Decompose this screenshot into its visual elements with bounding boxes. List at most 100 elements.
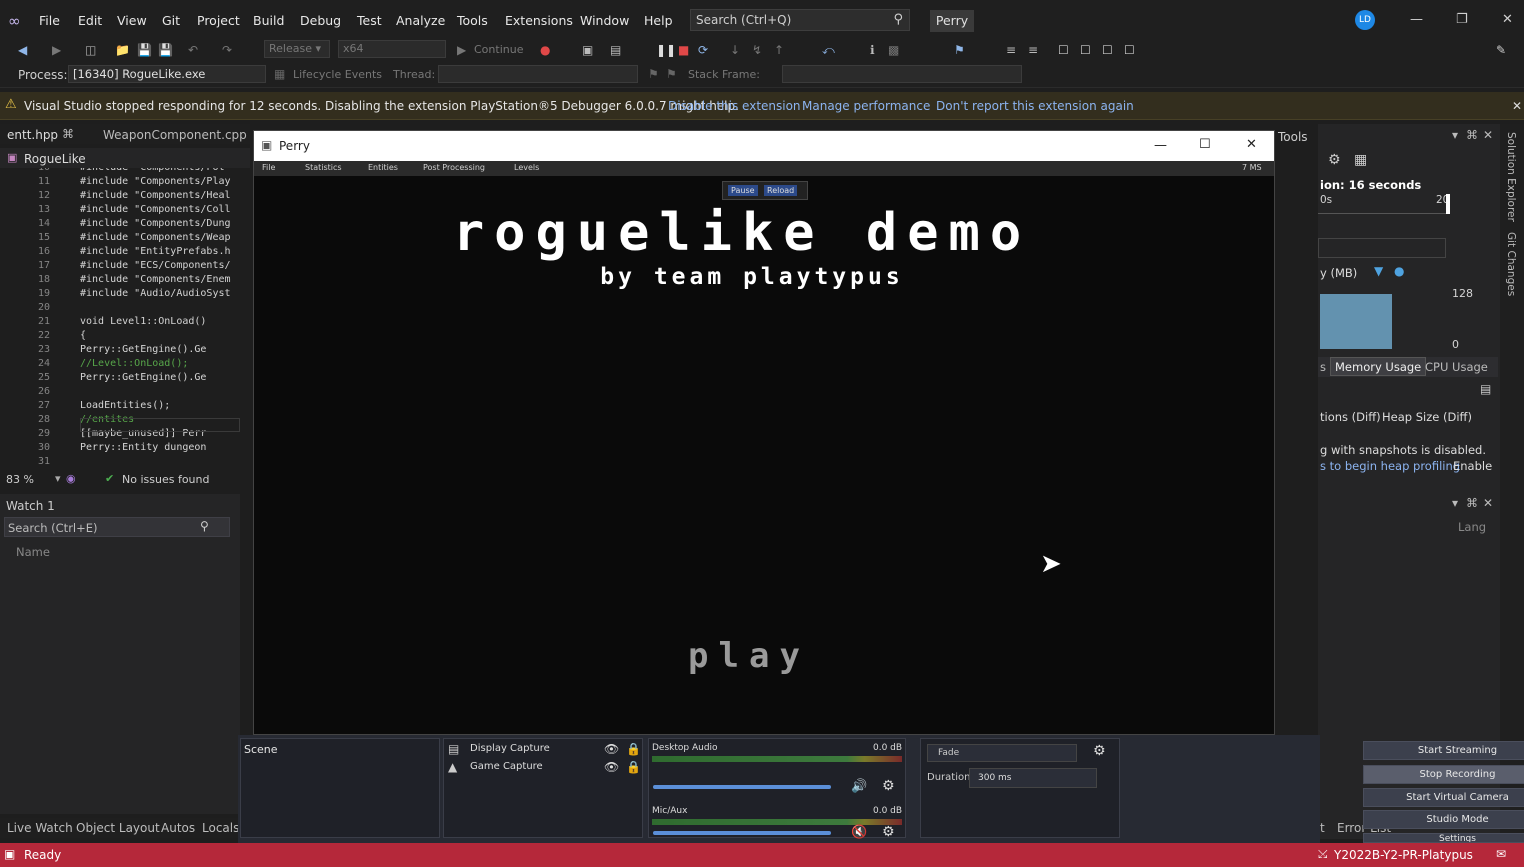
lifecycle-events-label[interactable]: Lifecycle Events <box>293 68 382 81</box>
timeline-ruler[interactable]: 0s 20 <box>1318 192 1450 214</box>
studio-mode-button[interactable]: Studio Mode <box>1363 810 1524 829</box>
tab-autos[interactable]: Autos <box>161 821 195 835</box>
restart-icon[interactable]: ⟳ <box>698 43 708 57</box>
issues-status[interactable]: No issues found <box>122 473 209 486</box>
copilot-icon[interactable]: ◉ <box>66 472 76 485</box>
panel2-pin-icon[interactable]: ⌘ <box>1466 496 1478 510</box>
project-navigation-bar[interactable]: ▣ RogueLike <box>0 148 250 168</box>
process-dropdown[interactable]: [16340] RogueLike.exe <box>68 65 266 83</box>
panel2-dropdown-icon[interactable]: ▾ <box>1452 496 1458 510</box>
filter-icon[interactable]: ▼ <box>1374 264 1383 278</box>
visibility-icon-2[interactable]: 👁 <box>604 760 619 774</box>
source-game-capture[interactable]: Game Capture <box>470 761 543 772</box>
lifecycle-events-icon[interactable]: ▦ <box>274 67 285 81</box>
maximize-icon[interactable]: ❐ <box>1456 12 1468 27</box>
git-branch[interactable]: Y2022B-Y2-PR-Platypus <box>1334 848 1473 862</box>
vs-logo-icon[interactable]: ∞ <box>8 12 28 30</box>
save-icon[interactable]: 💾 <box>137 43 152 57</box>
info-icon[interactable]: ℹ <box>870 43 875 57</box>
flag-threads-icon[interactable]: ⚑ <box>666 67 677 81</box>
tab-weapon-component[interactable]: WeaponComponent.cpp <box>103 128 247 142</box>
menu-test[interactable]: Test <box>357 13 382 28</box>
game-menu-post-processing[interactable]: Post Processing <box>423 163 485 172</box>
game-menu-statistics[interactable]: Statistics <box>305 163 342 172</box>
new-project-icon[interactable]: ◫ <box>85 43 96 57</box>
snapshot-icon[interactable]: ▦ <box>1354 152 1367 168</box>
menu-window[interactable]: Window <box>580 13 629 28</box>
panel-dropdown-icon[interactable]: ▾ <box>1452 128 1458 142</box>
notifications-icon[interactable]: ✉ <box>1496 847 1506 861</box>
menu-file[interactable]: File <box>39 13 60 28</box>
bookmark-icon[interactable]: ⚑ <box>954 43 965 57</box>
comment-icon[interactable]: ≡ <box>1028 43 1038 57</box>
lock-icon-2[interactable]: 🔒 <box>626 760 641 774</box>
tab-live-watch[interactable]: Live Watch <box>7 821 73 835</box>
start-virtual-camera-button[interactable]: Start Virtual Camera <box>1363 788 1524 807</box>
feedback-icon[interactable]: ✎ <box>1496 43 1506 57</box>
continue-icon[interactable]: ▶ <box>457 43 466 57</box>
menu-extensions[interactable]: Extensions <box>505 13 573 28</box>
menu-build[interactable]: Build <box>253 13 284 28</box>
game-menu-entities[interactable]: Entities <box>368 163 398 172</box>
indent-icon[interactable]: ≡ <box>1006 43 1016 57</box>
game-minimize-icon[interactable]: — <box>1154 138 1167 153</box>
step-over-icon[interactable]: ↯ <box>752 43 762 57</box>
attach-icon[interactable]: ▣ <box>582 43 593 57</box>
panel-pin-icon[interactable]: ⌘ <box>1466 128 1478 142</box>
start-streaming-button[interactable]: Start Streaming <box>1363 741 1524 760</box>
bookmark-next-icon[interactable]: ☐ <box>1102 43 1113 57</box>
menu-help[interactable]: Help <box>644 13 673 28</box>
panel-close-icon[interactable]: ✕ <box>1483 128 1493 142</box>
breakpoint-icon[interactable]: ▩ <box>888 43 899 57</box>
watch-search-icon[interactable]: ⚲ <box>200 519 209 533</box>
perry-game-window[interactable]: ▣ Perry — ☐ ✕ File Statistics Entities P… <box>253 130 1275 735</box>
flag-icon[interactable]: ⚑ <box>648 67 659 81</box>
dont-report-link[interactable]: Don't report this extension again <box>936 99 1134 113</box>
game-title-bar[interactable]: ▣ Perry — ☐ ✕ <box>254 131 1274 161</box>
game-maximize-icon[interactable]: ☐ <box>1199 137 1211 152</box>
forward-icon[interactable]: ▶ <box>52 43 61 57</box>
stack-frame-dropdown[interactable] <box>782 65 1022 83</box>
bookmark-prev-icon[interactable]: ☐ <box>1080 43 1091 57</box>
thread-dropdown[interactable] <box>438 65 638 83</box>
game-menu-levels[interactable]: Levels <box>514 163 539 172</box>
menu-tools[interactable]: Tools <box>457 13 488 28</box>
tab-entt-hpp[interactable]: entt.hpp <box>7 128 58 142</box>
tab-cpu-usage[interactable]: CPU Usage <box>1425 360 1488 374</box>
play-button[interactable]: play <box>674 636 824 676</box>
minimize-icon[interactable]: — <box>1410 12 1423 27</box>
code-editor[interactable]: 10 #include "Components/Fol 11 #include "Co… <box>0 168 240 470</box>
bookmark-toggle-icon[interactable]: ☐ <box>1058 43 1069 57</box>
pause-button[interactable]: Pause <box>728 185 758 196</box>
audio-settings-icon[interactable]: ⚙ <box>882 778 895 794</box>
game-menu-file[interactable]: File <box>262 163 275 172</box>
stop-icon[interactable]: ■ <box>678 43 689 57</box>
transition-settings-icon[interactable]: ⚙ <box>1093 743 1106 759</box>
configuration-dropdown[interactable]: Release ▾ <box>264 40 330 58</box>
watch-search-input[interactable]: Search (Ctrl+E) ⚲ <box>4 517 230 537</box>
mic-aux-slider[interactable] <box>653 831 831 835</box>
menu-project[interactable]: Project <box>197 13 240 28</box>
solution-explorer-tab[interactable]: Solution Explorer <box>1505 132 1517 222</box>
thread-icon[interactable]: ⤺ <box>822 43 835 58</box>
duration-input[interactable]: 300 ms <box>969 768 1097 788</box>
vs-search-box[interactable]: Search (Ctrl+Q) ⚲ <box>690 9 910 31</box>
mic-settings-icon[interactable]: ⚙ <box>882 824 895 840</box>
open-folder-icon[interactable]: 📁 <box>115 43 130 57</box>
settings-icon[interactable]: ⚙ <box>1328 152 1341 168</box>
tab-summary[interactable]: s <box>1320 360 1326 374</box>
branch-icon[interactable]: ⤩ <box>1318 847 1328 862</box>
save-all-icon[interactable]: 💾 <box>158 43 173 57</box>
enable-heap-link[interactable]: Enable <box>1453 459 1492 473</box>
tab-output[interactable]: t <box>1320 821 1325 835</box>
undo-icon[interactable]: ↶ <box>188 43 198 57</box>
continue-label[interactable]: Continue <box>474 43 523 56</box>
redo-icon[interactable]: ↷ <box>222 43 232 57</box>
source-display-capture[interactable]: Display Capture <box>470 743 550 754</box>
platform-dropdown[interactable]: x64 <box>338 40 446 58</box>
muted-speaker-icon[interactable]: 🔇 <box>851 825 867 840</box>
menu-git[interactable]: Git <box>162 13 180 28</box>
step-out-icon[interactable]: ↑ <box>774 43 784 57</box>
back-icon[interactable]: ◀ <box>18 43 27 57</box>
speaker-icon[interactable]: 🔊 <box>851 779 867 794</box>
